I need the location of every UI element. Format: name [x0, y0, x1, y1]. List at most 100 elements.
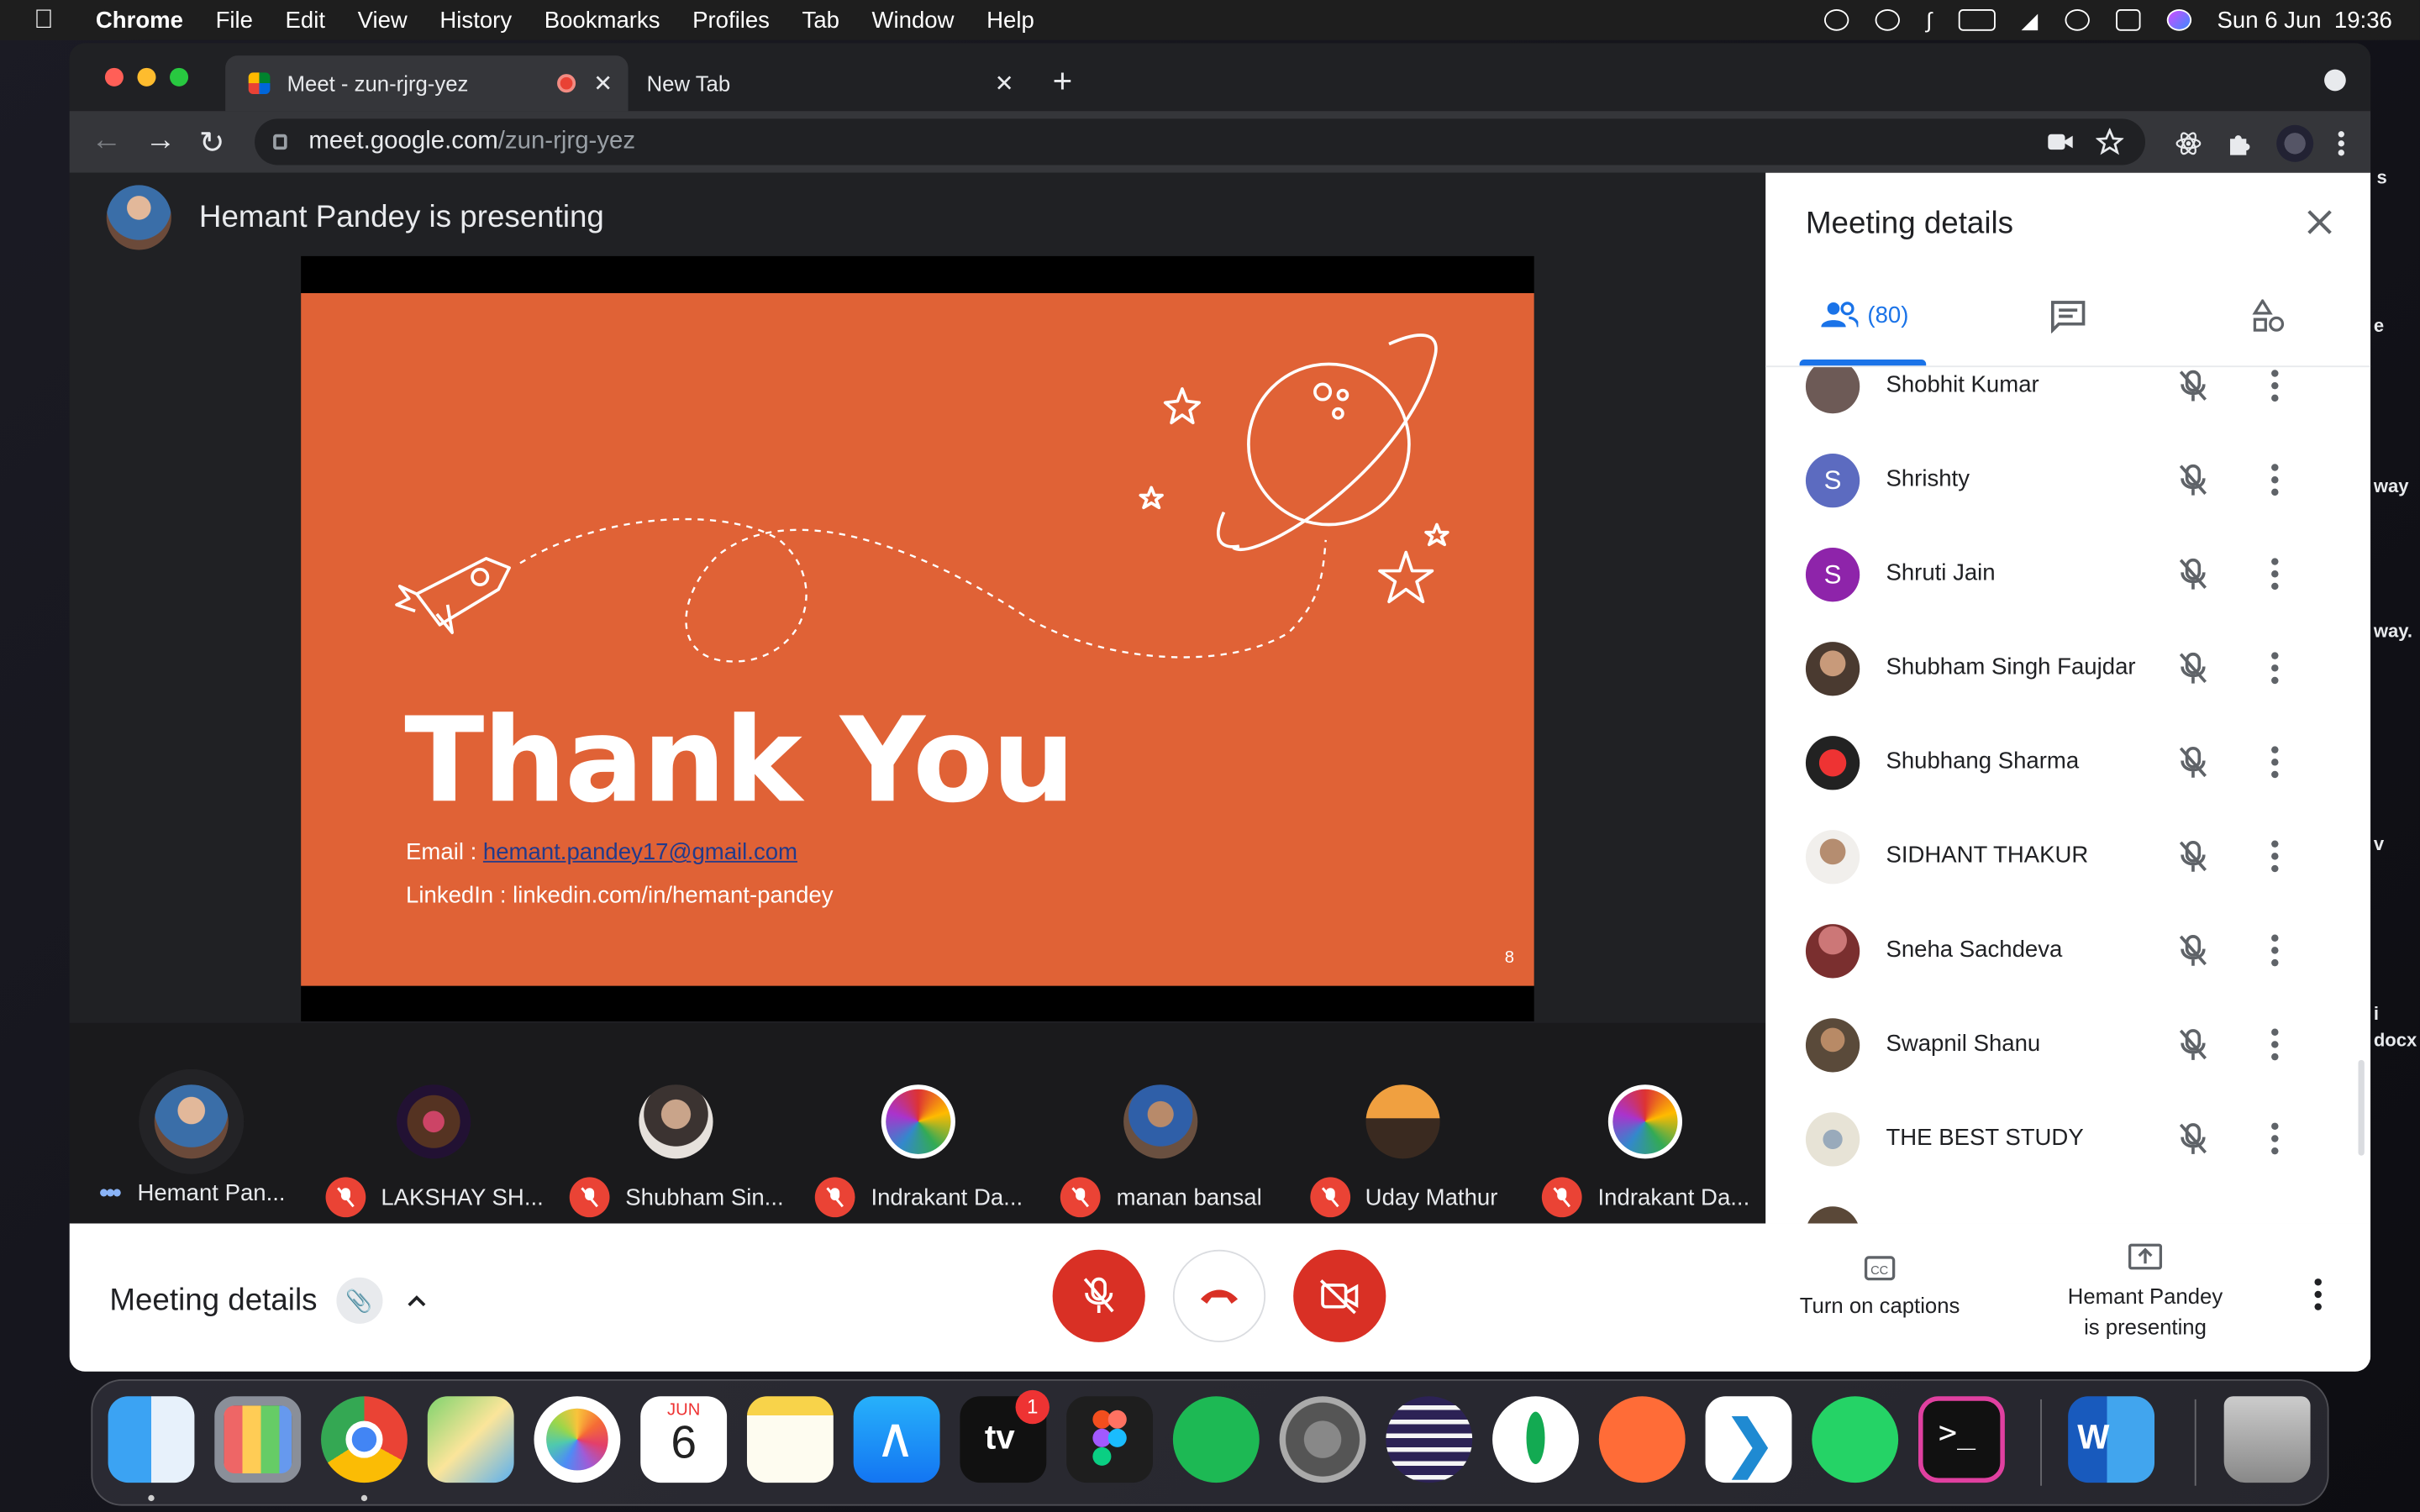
menu-clock[interactable]: Sun 6 Jun 19:36 — [2217, 7, 2392, 33]
hyper-terminal-icon[interactable]: >_ — [1918, 1396, 2005, 1483]
captions-button[interactable]: CC Turn on captions — [1780, 1254, 1981, 1320]
app-store-icon[interactable]: ∧ — [853, 1396, 940, 1483]
more-options-icon[interactable] — [2270, 1121, 2280, 1155]
tab-people[interactable]: (80) — [1821, 299, 1908, 330]
figma-icon[interactable] — [1066, 1396, 1154, 1483]
battery-icon[interactable] — [1958, 9, 1996, 31]
spotlight-search-icon[interactable] — [2064, 9, 2090, 31]
menu-edit[interactable]: Edit — [286, 7, 325, 33]
system-preferences-icon[interactable] — [1279, 1396, 1366, 1483]
menu-file[interactable]: File — [216, 7, 253, 33]
finder-icon[interactable] — [108, 1396, 195, 1483]
close-tab-icon[interactable]: ✕ — [995, 70, 1014, 97]
more-options-icon[interactable] — [2270, 933, 2280, 967]
bookmark-star-icon[interactable] — [2096, 128, 2124, 155]
tab-new-tab[interactable]: New Tab ✕ — [629, 55, 1030, 111]
address-bar[interactable]: meet.google.com /zun-rjrg-yez — [255, 118, 2146, 165]
camera-in-use-icon[interactable] — [2046, 131, 2074, 153]
participant-row[interactable]: S Shruti Jain — [1765, 528, 2370, 622]
participant-row[interactable]: S Shrishty — [1765, 433, 2370, 528]
close-panel-icon[interactable] — [2302, 203, 2338, 240]
control-center-icon[interactable] — [2115, 9, 2140, 31]
participant-tile[interactable]: Indrakant Da... — [798, 1060, 1040, 1218]
more-options-icon[interactable] — [2270, 651, 2280, 685]
participant-row[interactable]: Shobhit Kumar — [1765, 367, 2370, 433]
siri-icon[interactable] — [2165, 9, 2191, 31]
more-options-icon[interactable] — [2270, 745, 2280, 779]
close-tab-icon[interactable]: ✕ — [593, 70, 613, 97]
vscode-icon[interactable]: ❯ — [1705, 1396, 1792, 1483]
mongodb-compass-icon[interactable] — [1492, 1396, 1579, 1483]
participant-tile[interactable]: Shubham Sin... — [555, 1060, 797, 1218]
participant-tile[interactable]: ••• Hemant Pan... — [71, 1060, 313, 1208]
close-window-button[interactable] — [104, 67, 124, 87]
cloud-icon[interactable] — [1823, 9, 1849, 31]
profile-avatar[interactable] — [2276, 124, 2314, 162]
more-options-icon[interactable] — [2270, 463, 2280, 496]
participant-tile[interactable]: manan bansal — [1040, 1060, 1282, 1218]
forward-arrow-icon[interactable]: → — [145, 123, 176, 159]
menu-view[interactable]: View — [358, 7, 408, 33]
menu-bookmarks[interactable]: Bookmarks — [544, 7, 660, 33]
notes-icon[interactable] — [746, 1396, 834, 1483]
trash-icon[interactable] — [2223, 1396, 2311, 1483]
participant-tile[interactable]: Uday Mathur — [1282, 1060, 1524, 1218]
microphone-toggle-button[interactable] — [1052, 1249, 1145, 1342]
leave-call-button[interactable] — [1172, 1249, 1266, 1342]
email-link[interactable]: hemant.pandey17@gmail.com — [483, 839, 797, 865]
more-options-icon[interactable] — [2313, 1278, 2323, 1311]
participant-row[interactable]: Sneha Sachdeva — [1765, 904, 2370, 998]
participant-row[interactable]: Swapnil Shanu — [1765, 998, 2370, 1092]
maps-icon[interactable] — [427, 1396, 514, 1483]
menu-history[interactable]: History — [439, 7, 512, 33]
presenting-button[interactable]: Hemant Pandey is presenting — [2045, 1242, 2246, 1342]
participant-row[interactable]: SIDHANT THAKUR — [1765, 810, 2370, 904]
reload-icon[interactable]: ↻ — [199, 123, 225, 162]
presentation-frame: Thank You Email : hemant.pandey17@gmail.… — [301, 255, 1534, 1021]
eclipse-icon[interactable] — [1386, 1396, 1473, 1483]
participant-row[interactable]: THE BEST STUDY — [1765, 1092, 2370, 1186]
more-options-icon[interactable] — [2270, 839, 2280, 873]
lock-icon[interactable] — [273, 134, 287, 150]
participant-row[interactable]: Shubhang Sharma — [1765, 716, 2370, 810]
participant-tile[interactable]: LAKSHAY SH... — [313, 1060, 555, 1218]
chrome-icon[interactable] — [321, 1396, 408, 1483]
photos-icon[interactable] — [534, 1396, 621, 1483]
participant-row[interactable]: Shubham Singh Faujdar — [1765, 622, 2370, 716]
wifi-icon[interactable]: ◢ — [2022, 7, 2039, 33]
zoom-window-button[interactable] — [170, 67, 189, 87]
menu-profiles[interactable]: Profiles — [692, 7, 770, 33]
menu-app-name[interactable]: Chrome — [96, 7, 183, 33]
minimize-window-button[interactable] — [137, 67, 156, 87]
launchpad-icon[interactable] — [214, 1396, 302, 1483]
participant-row[interactable] — [1765, 1186, 2370, 1224]
participant-tile[interactable]: Indrakant Da... — [1525, 1060, 1767, 1218]
chrome-menu-icon[interactable] — [2337, 129, 2346, 157]
postman-icon[interactable] — [1598, 1396, 1686, 1483]
menu-window[interactable]: Window — [872, 7, 955, 33]
spotify-icon[interactable] — [1172, 1396, 1260, 1483]
meeting-details-toggle[interactable]: Meeting details 📎 — [109, 1277, 425, 1324]
back-arrow-icon[interactable]: ← — [91, 123, 122, 159]
calendar-icon[interactable]: JUN 6 — [640, 1396, 728, 1483]
bluetooth-icon[interactable]: ∫ — [1926, 8, 1932, 32]
tab-meet[interactable]: Meet - zun-rjrg-yez ✕ — [225, 55, 629, 112]
menu-tab[interactable]: Tab — [802, 7, 839, 33]
tab-search-icon[interactable] — [2324, 69, 2346, 92]
more-options-icon[interactable] — [2270, 557, 2280, 591]
camera-toggle-button[interactable] — [1293, 1249, 1386, 1342]
airdrop-icon[interactable] — [1875, 9, 1900, 31]
more-options-icon[interactable] — [2270, 369, 2280, 402]
react-devtools-icon[interactable] — [2175, 129, 2202, 157]
panel-scrollbar[interactable] — [2358, 1059, 2365, 1156]
word-document-icon[interactable]: W — [2068, 1396, 2155, 1483]
tab-chat[interactable] — [2049, 299, 2086, 333]
menu-help[interactable]: Help — [986, 7, 1034, 33]
apple-icon[interactable]:  — [34, 5, 74, 36]
whatsapp-icon[interactable] — [1812, 1396, 1899, 1483]
more-options-icon[interactable] — [2270, 1027, 2280, 1061]
new-tab-plus-icon[interactable]: + — [1053, 61, 1073, 102]
extensions-puzzle-icon[interactable] — [2226, 129, 2254, 157]
participant-avatar — [154, 1084, 229, 1159]
tab-activities[interactable] — [2252, 299, 2286, 333]
